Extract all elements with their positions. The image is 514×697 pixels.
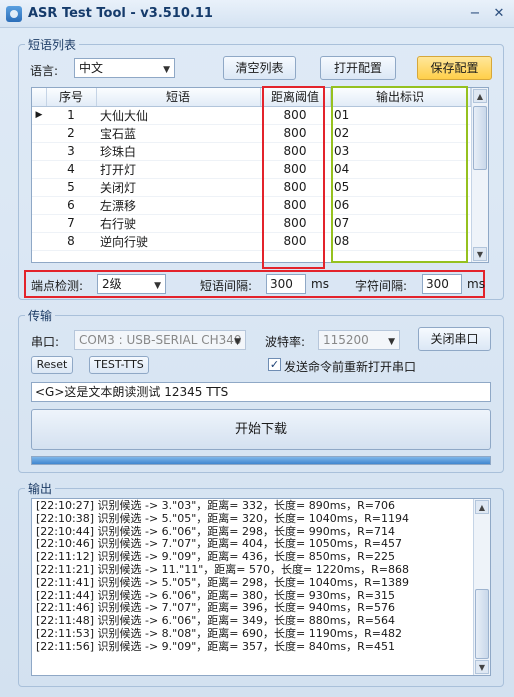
chevron-down-icon: ▼: [154, 281, 161, 291]
row-selector: [32, 142, 46, 161]
app-window: ASR Test Tool - v3.510.11 − ✕ 短语列表 语言: 中…: [0, 0, 514, 697]
char-interval-input[interactable]: 300: [422, 274, 462, 294]
log-line: [22:11:53] 识别候选 -> 8."08"，距离= 690，长度= 11…: [36, 626, 402, 640]
log-line: [22:10:27] 识别候选 -> 3."03"，距离= 332，长度= 89…: [36, 499, 395, 512]
row-no: 8: [46, 232, 96, 251]
row-selector: [32, 124, 46, 143]
transfer-legend: 传输: [28, 309, 53, 323]
phrase-interval-label: 短语间隔:: [200, 279, 253, 293]
phrase-list-legend: 短语列表: [28, 38, 77, 52]
log-line: [22:11:41] 识别候选 -> 5."05"，距离= 298，长度= 10…: [36, 575, 409, 589]
phrase-interval-input[interactable]: 300: [266, 274, 306, 294]
reopen-port-label[interactable]: 发送命令前重新打开串口: [284, 358, 416, 375]
close-port-button[interactable]: 关闭串口: [418, 327, 491, 351]
port-label: 串口:: [31, 335, 60, 349]
language-label: 语言:: [30, 64, 59, 78]
log-line: [22:11:21] 识别候选 -> 11."11"，距离= 570，长度= 1…: [36, 562, 409, 576]
row-phrase[interactable]: 右行驶: [96, 214, 260, 233]
triangle-right-icon: ▶: [32, 106, 46, 125]
test-tts-button[interactable]: TEST-TTS: [89, 356, 149, 374]
row-phrase[interactable]: 逆向行驶: [96, 232, 260, 251]
output-log[interactable]: [22:10:27] 识别候选 -> 3."03"，距离= 332，长度= 89…: [31, 498, 491, 676]
endpoint-select[interactable]: 2级 ▼: [97, 274, 166, 294]
clear-list-button[interactable]: 清空列表: [223, 56, 296, 80]
port-value: COM3 : USB-SERIAL CH340: [79, 333, 242, 347]
row-no: 1: [46, 106, 96, 125]
endpoint-label: 端点检测:: [31, 279, 84, 293]
language-value: 中文: [79, 61, 104, 75]
scroll-up-icon[interactable]: ▲: [475, 500, 489, 514]
log-line: [22:11:56] 识别候选 -> 9."09"，距离= 357，长度= 84…: [36, 639, 395, 653]
row-phrase[interactable]: 关闭灯: [96, 178, 260, 197]
row-phrase[interactable]: 大仙大仙: [96, 106, 260, 125]
port-select[interactable]: COM3 : USB-SERIAL CH340 ▼: [74, 330, 246, 350]
row-selector: [32, 178, 46, 197]
close-button[interactable]: ✕: [490, 5, 508, 23]
save-config-button[interactable]: 保存配置: [417, 56, 492, 80]
log-line: [22:10:38] 识别候选 -> 5."05"，距离= 320，长度= 10…: [36, 511, 409, 525]
row-no: 3: [46, 142, 96, 161]
output-legend: 输出: [28, 482, 53, 496]
endpoint-value: 2级: [102, 277, 122, 291]
reset-button[interactable]: Reset: [31, 356, 73, 374]
chevron-down-icon: ▼: [234, 337, 241, 347]
app-icon: [6, 6, 22, 22]
baud-select[interactable]: 115200 ▼: [318, 330, 400, 350]
scroll-up-icon[interactable]: ▲: [473, 89, 487, 103]
row-no: 6: [46, 196, 96, 215]
window-title: ASR Test Tool - v3.510.11: [28, 6, 213, 21]
chevron-down-icon: ▼: [388, 337, 395, 347]
scroll-thumb[interactable]: [475, 589, 489, 659]
progress-fill: [32, 457, 490, 464]
row-selector: [32, 160, 46, 179]
download-progress-bar: [31, 456, 491, 465]
log-scrollbar[interactable]: ▲ ▼: [473, 499, 490, 675]
interval-row-highlight: [24, 270, 485, 298]
char-interval-unit: ms: [467, 277, 485, 291]
row-phrase[interactable]: 左漂移: [96, 196, 260, 215]
title-bar: ASR Test Tool - v3.510.11 − ✕: [0, 0, 514, 28]
baud-label: 波特率:: [265, 335, 306, 349]
scroll-down-icon[interactable]: ▼: [475, 660, 489, 674]
row-no: 2: [46, 124, 96, 143]
chevron-down-icon: ▼: [163, 65, 170, 75]
log-lines: [22:10:27] 识别候选 -> 3."03"，距离= 332，长度= 89…: [36, 499, 409, 654]
row-no: 4: [46, 160, 96, 179]
minimize-button[interactable]: −: [466, 5, 484, 23]
row-selector: [32, 214, 46, 233]
row-phrase[interactable]: 打开灯: [96, 160, 260, 179]
row-phrase[interactable]: 珍珠白: [96, 142, 260, 161]
scroll-down-icon[interactable]: ▼: [473, 247, 487, 261]
row-no: 5: [46, 178, 96, 197]
baud-value: 115200: [323, 333, 369, 347]
table-scrollbar[interactable]: ▲ ▼: [471, 88, 488, 262]
distance-column-highlight: [262, 86, 325, 269]
char-interval-label: 字符间隔:: [355, 279, 408, 293]
row-no: 7: [46, 214, 96, 233]
column-header-no[interactable]: 序号: [46, 88, 97, 107]
row-selector: [32, 196, 46, 215]
output-column-highlight: [331, 86, 468, 263]
phrase-interval-unit: ms: [311, 277, 329, 291]
start-download-button[interactable]: 开始下载: [31, 409, 491, 450]
tts-text-input[interactable]: <G>这是文本朗读测试 12345 TTS: [31, 382, 491, 402]
column-header-phrase[interactable]: 短语: [96, 88, 261, 107]
row-selector-header: [32, 88, 47, 107]
open-config-button[interactable]: 打开配置: [320, 56, 396, 80]
language-select[interactable]: 中文 ▼: [74, 58, 175, 78]
reopen-port-checkbox[interactable]: ✓: [268, 358, 281, 371]
row-phrase[interactable]: 宝石蓝: [96, 124, 260, 143]
row-selector: [32, 232, 46, 251]
scroll-thumb[interactable]: [473, 106, 487, 170]
